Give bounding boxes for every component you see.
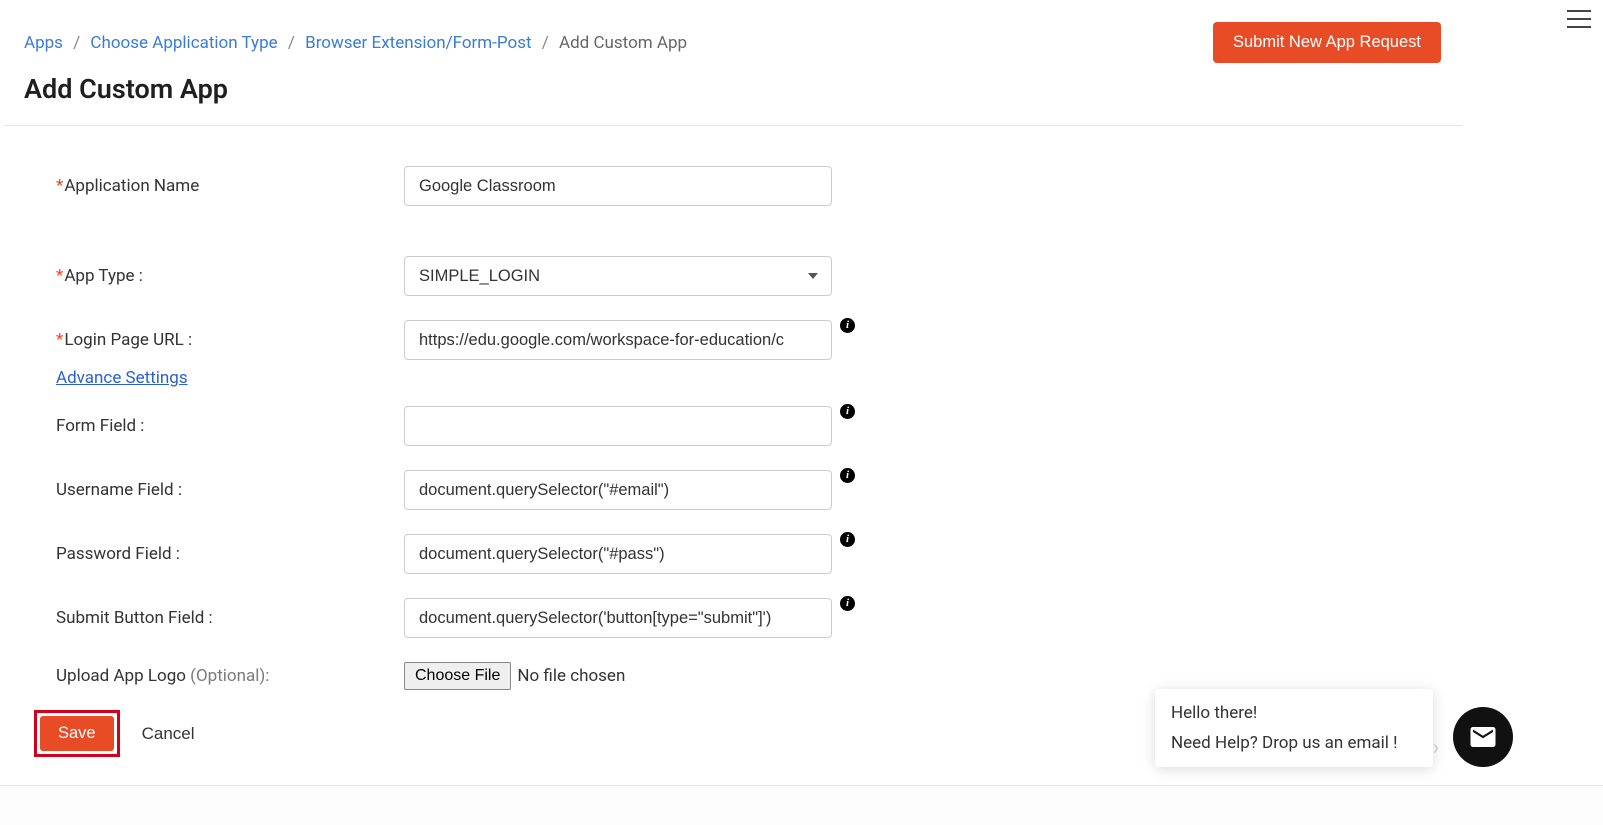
username-field-label: Username Field : <box>56 480 404 500</box>
hamburger-menu-icon[interactable] <box>1567 10 1591 28</box>
login-url-label: *Login Page URL : <box>56 330 404 350</box>
cancel-button[interactable]: Cancel <box>136 723 201 745</box>
info-icon[interactable]: i <box>840 532 855 547</box>
breadcrumb-link-browser-ext[interactable]: Browser Extension/Form-Post <box>305 33 531 53</box>
password-field-label: Password Field : <box>56 544 404 564</box>
form-field-input[interactable] <box>404 406 832 446</box>
password-field-input[interactable] <box>404 534 832 574</box>
breadcrumb-separator: / <box>542 33 549 53</box>
info-icon[interactable]: i <box>840 404 855 419</box>
save-button[interactable]: Save <box>40 716 114 751</box>
chat-bubble: Hello there! Need Help? Drop us an email… <box>1155 689 1433 767</box>
page-title: Add Custom App <box>24 73 1579 105</box>
form-field-label: Form Field : <box>56 416 404 436</box>
breadcrumb-link-apps[interactable]: Apps <box>24 33 63 53</box>
app-name-label: *Application Name <box>56 176 404 196</box>
header-row: Apps / Choose Application Type / Browser… <box>0 0 1465 63</box>
submit-button-field-label: Submit Button Field : <box>56 608 404 628</box>
info-icon[interactable]: i <box>840 596 855 611</box>
breadcrumb-separator: / <box>73 33 80 53</box>
file-status: No file chosen <box>517 666 625 686</box>
form-area: *Application Name *App Type : SIMPLE_LOG… <box>0 126 900 690</box>
breadcrumb: Apps / Choose Application Type / Browser… <box>24 33 687 53</box>
breadcrumb-link-choose-type[interactable]: Choose Application Type <box>90 33 277 53</box>
app-type-label: *App Type : <box>56 266 404 286</box>
login-url-input[interactable] <box>404 320 832 360</box>
submit-new-app-request-button[interactable]: Submit New App Request <box>1213 22 1441 63</box>
chevron-right-icon: › <box>1433 735 1439 759</box>
info-icon[interactable]: i <box>840 318 855 333</box>
submit-button-field-input[interactable] <box>404 598 832 638</box>
upload-logo-label: Upload App Logo (Optional): <box>56 666 404 686</box>
info-icon[interactable]: i <box>840 468 855 483</box>
app-type-select[interactable]: SIMPLE_LOGIN <box>404 256 832 296</box>
breadcrumb-separator: / <box>288 33 295 53</box>
save-button-highlight: Save <box>34 710 120 757</box>
chat-line2: Need Help? Drop us an email ! <box>1171 733 1417 753</box>
bottom-bar <box>0 785 1603 825</box>
breadcrumb-current: Add Custom App <box>559 33 687 53</box>
mail-icon <box>1468 722 1498 752</box>
choose-file-button[interactable]: Choose File <box>404 662 511 690</box>
app-name-input[interactable] <box>404 166 832 206</box>
username-field-input[interactable] <box>404 470 832 510</box>
advance-settings-link[interactable]: Advance Settings <box>56 368 188 388</box>
chat-line1: Hello there! <box>1171 703 1417 723</box>
chat-fab-button[interactable] <box>1453 707 1513 767</box>
